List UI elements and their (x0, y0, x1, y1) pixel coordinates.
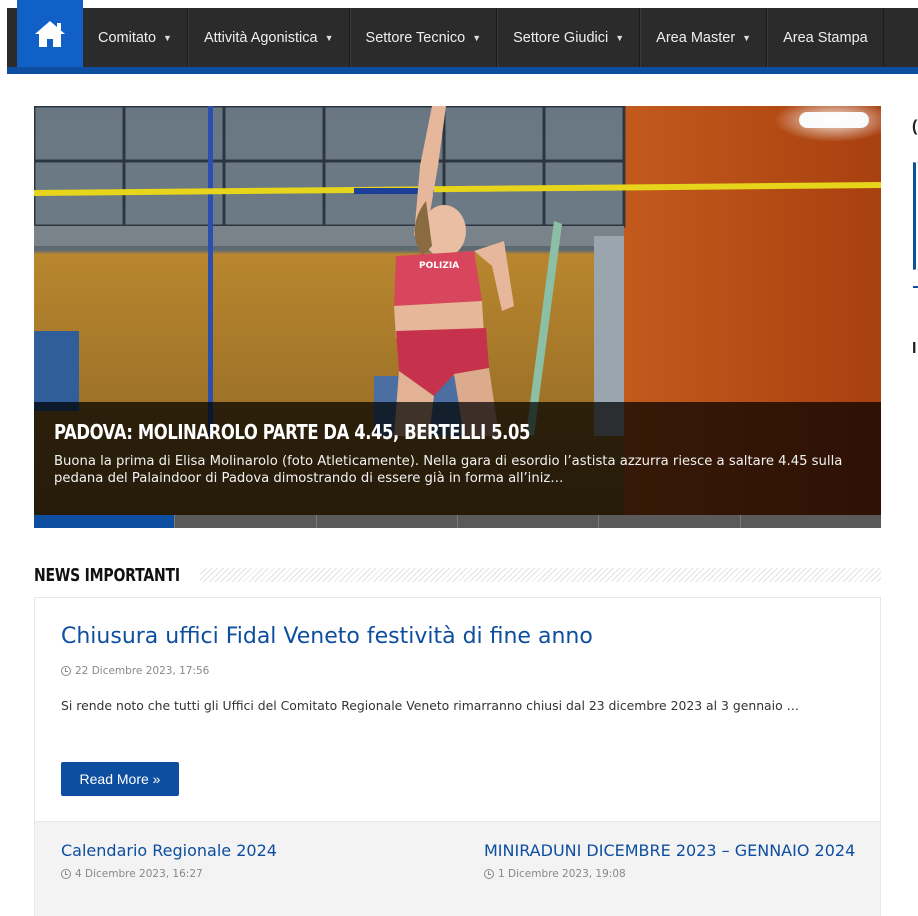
slider-dot[interactable] (740, 515, 881, 528)
list-item: MINIRADUNI DICEMBRE 2023 – GENNAIO 2024 … (484, 839, 864, 880)
menu-item-area-master[interactable]: Area Master ▼ (640, 8, 768, 67)
secondary-news-list: Calendario Regionale 2024 4 Dicembre 202… (34, 822, 881, 916)
top-navbar: Comitato ▼ Attività Agonistica ▼ Settore T… (0, 0, 918, 75)
section-stripes (200, 568, 881, 582)
menu-item-settore-tecnico[interactable]: Settore Tecnico ▼ (349, 8, 498, 67)
caret-down-icon: ▼ (163, 32, 172, 43)
slide-excerpt: Buona la prima di Elisa Molinarolo (foto… (54, 454, 843, 486)
date-text: 22 Dicembre 2023, 17:56 (75, 665, 210, 677)
slide-caption[interactable]: PADOVA: MOLINAROLO PARTE DA 4.45, BERTEL… (34, 402, 881, 515)
navbar-underline (7, 67, 918, 74)
jersey-text: POLIZIA (419, 261, 459, 271)
caret-down-icon: ▼ (615, 32, 625, 43)
clock-icon (61, 869, 71, 879)
menu-item-attivita-agonistica[interactable]: Attività Agonistica ▼ (187, 8, 350, 67)
menu-item-label: Settore Giudici (513, 29, 609, 46)
slider-dot[interactable] (316, 515, 458, 528)
read-more-button[interactable]: Read More » (61, 762, 179, 796)
date-text: 4 Dicembre 2023, 16:27 (75, 868, 203, 880)
featured-news-card: Chiusura uffici Fidal Veneto festività d… (34, 597, 881, 822)
sidebar-widget-box (913, 162, 918, 270)
caret-down-icon: ▼ (742, 32, 752, 43)
section-title: NEWS IMPORTANTI (34, 564, 180, 586)
section-header: NEWS IMPORTANTI (34, 562, 881, 588)
menu-item-settore-giudici[interactable]: Settore Giudici ▼ (497, 8, 641, 67)
slide-title[interactable]: PADOVA: MOLINAROLO PARTE DA 4.45, BERTEL… (54, 420, 716, 444)
sidebar-divider (913, 286, 918, 288)
slider-dot[interactable] (34, 515, 176, 528)
sidebar-widget-title-fragment: ( (912, 118, 918, 135)
slider-dot[interactable] (457, 515, 600, 528)
caret-down-icon: ▼ (472, 32, 482, 43)
news-title-link[interactable]: Calendario Regionale 2024 (61, 839, 441, 863)
featured-slider[interactable]: POLIZIA PADOVA: MOLINAROLO PARTE DA 4.45… (34, 106, 881, 528)
sidebar-widget-title-fragment: I (912, 340, 917, 357)
slider-dot[interactable] (599, 515, 741, 528)
news-date: 1 Dicembre 2023, 19:08 (484, 868, 864, 880)
menu-item-label: Comitato (98, 29, 157, 46)
slider-pagination (34, 515, 881, 528)
menu-item-label: Attività Agonistica (203, 29, 318, 46)
clock-icon (61, 666, 71, 676)
menu-item-area-stampa[interactable]: Area Stampa (767, 8, 884, 67)
main-menu: Comitato ▼ Attività Agonistica ▼ Settore T… (83, 8, 884, 67)
date-text: 1 Dicembre 2023, 19:08 (498, 868, 626, 880)
list-item: Calendario Regionale 2024 4 Dicembre 202… (61, 839, 441, 880)
menu-item-label: Area Stampa (783, 29, 868, 46)
featured-news-date: 22 Dicembre 2023, 17:56 (61, 665, 209, 677)
home-button[interactable] (17, 0, 83, 67)
home-icon (35, 20, 65, 47)
menu-item-comitato[interactable]: Comitato ▼ (83, 8, 188, 67)
menu-item-label: Area Master (656, 29, 736, 46)
news-title-link[interactable]: MINIRADUNI DICEMBRE 2023 – GENNAIO 2024 (484, 839, 864, 863)
slider-dot[interactable] (175, 515, 317, 528)
clock-icon (484, 869, 494, 879)
menu-item-label: Settore Tecnico (365, 29, 466, 46)
news-date: 4 Dicembre 2023, 16:27 (61, 868, 441, 880)
featured-news-excerpt: Si rende noto che tutti gli Uffici del C… (61, 698, 799, 713)
caret-down-icon: ▼ (324, 32, 334, 43)
featured-news-title[interactable]: Chiusura uffici Fidal Veneto festività d… (61, 624, 593, 649)
